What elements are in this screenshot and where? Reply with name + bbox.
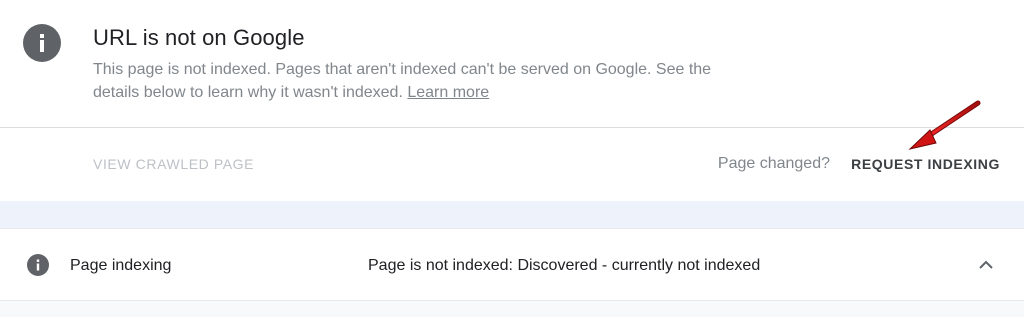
learn-more-link[interactable]: Learn more xyxy=(407,84,489,101)
status-description: This page is not indexed. Pages that are… xyxy=(93,58,753,104)
page-indexing-status: Page is not indexed: Discovered - curren… xyxy=(368,257,761,274)
index-status-card: URL is not on Google This page is not in… xyxy=(0,0,1024,201)
chevron-up-icon[interactable] xyxy=(976,257,996,273)
request-indexing-button[interactable]: REQUEST INDEXING xyxy=(851,155,1000,173)
page-indexing-row[interactable]: Page indexing Page is not indexed: Disco… xyxy=(0,228,1024,301)
status-description-text: This page is not indexed. Pages that are… xyxy=(93,61,712,101)
status-title: URL is not on Google xyxy=(93,25,305,50)
info-icon xyxy=(27,254,49,276)
info-icon xyxy=(23,24,61,62)
page-indexing-label: Page indexing xyxy=(70,257,172,274)
page-changed-label: Page changed? xyxy=(717,155,830,172)
action-bar: VIEW CRAWLED PAGE Page changed? REQUEST … xyxy=(0,128,1024,201)
status-header: URL is not on Google This page is not in… xyxy=(0,0,1024,127)
view-crawled-page-button[interactable]: VIEW CRAWLED PAGE xyxy=(93,155,254,173)
section-spacer xyxy=(0,201,1024,228)
page-background xyxy=(0,301,1024,317)
url-inspection-page: URL is not on Google This page is not in… xyxy=(0,0,1024,317)
